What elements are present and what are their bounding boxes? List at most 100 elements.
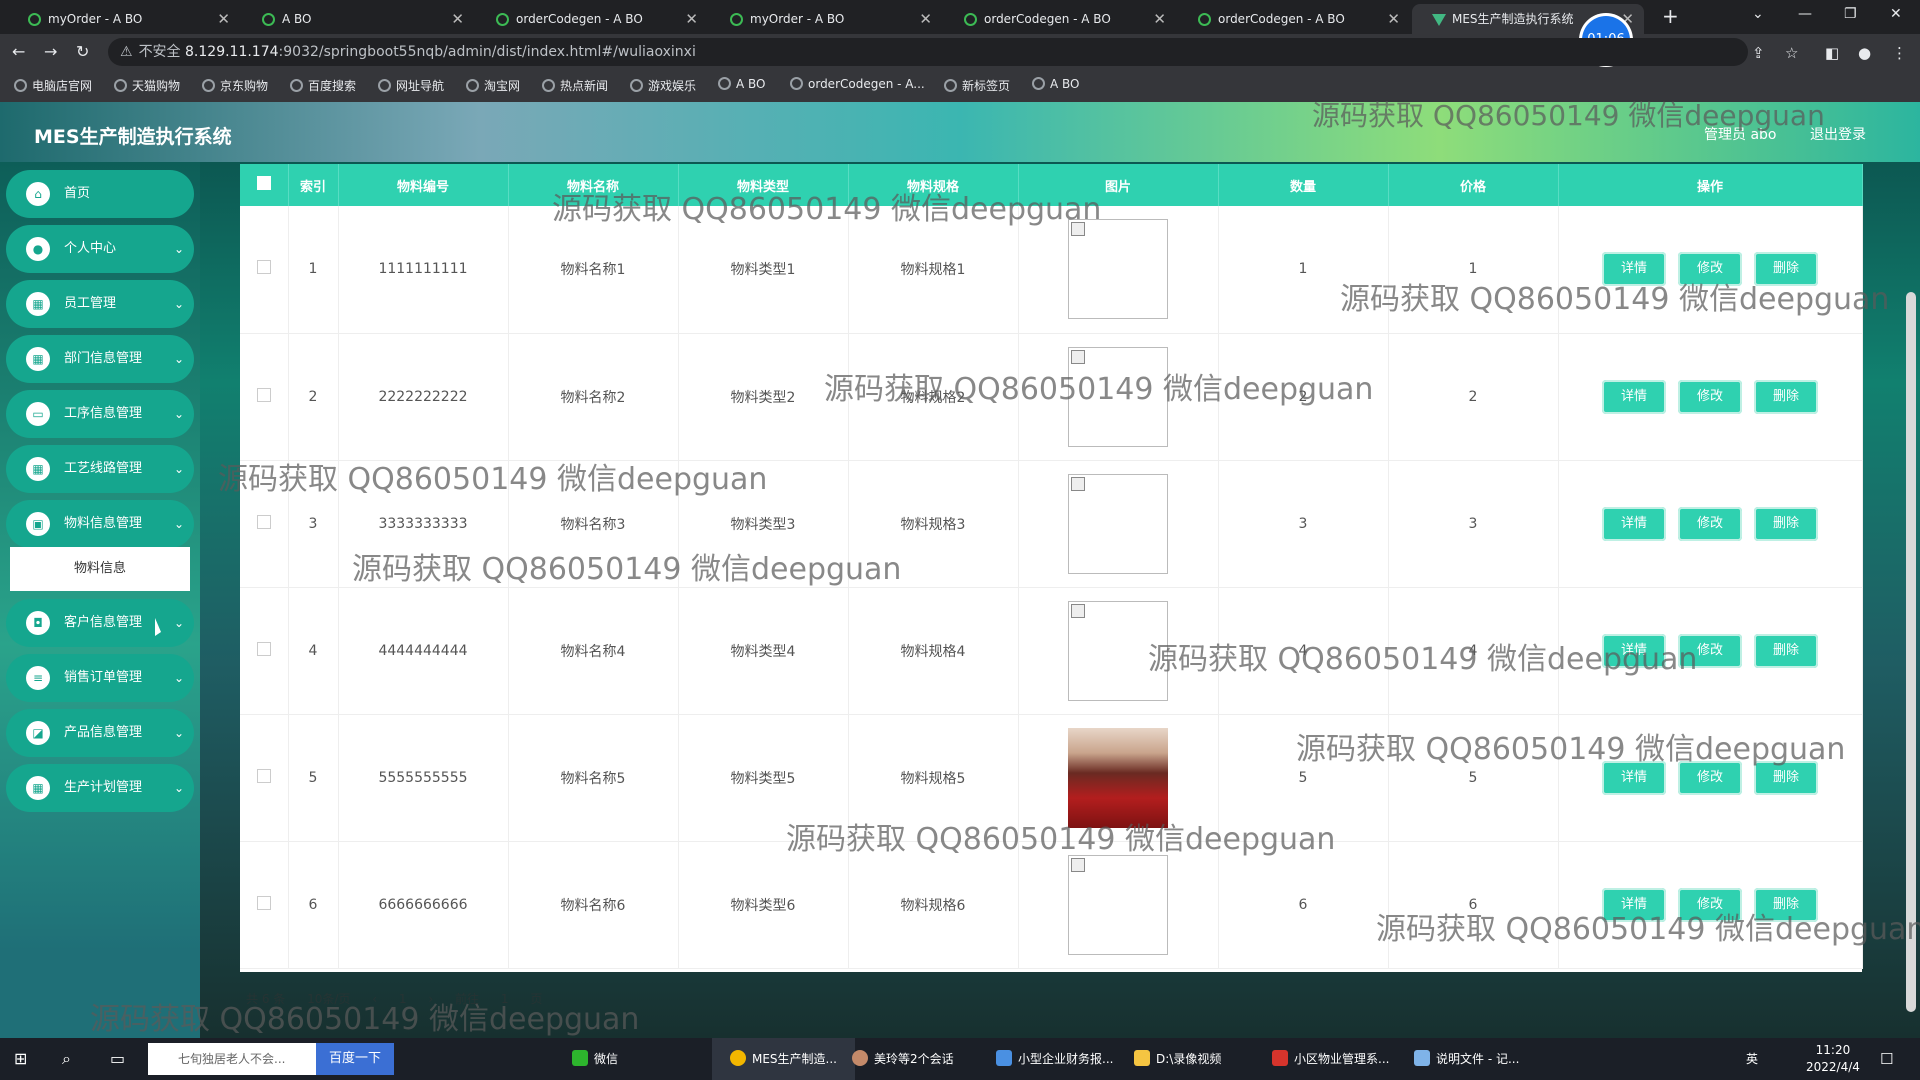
row-checkbox[interactable] xyxy=(256,768,271,783)
edit-button[interactable]: 修改 xyxy=(1678,633,1742,668)
delete-button[interactable]: 删除 xyxy=(1754,252,1818,287)
close-tab-icon[interactable]: ✕ xyxy=(217,4,230,34)
edit-button[interactable]: 修改 xyxy=(1678,506,1742,541)
bookmark[interactable]: 天猫购物 xyxy=(114,77,180,94)
close-tab-icon[interactable]: ✕ xyxy=(919,4,932,34)
browser-tab[interactable]: orderCodegen - A BO ✕ xyxy=(1178,4,1410,34)
browser-tab[interactable]: myOrder - A BO ✕ xyxy=(710,4,942,34)
sidebar-item-customer[interactable]: ◘ 客户信息管理 ⌄ xyxy=(6,599,194,647)
sidebar-item-sales-order[interactable]: ≡ 销售订单管理 ⌄ xyxy=(6,654,194,702)
bookmark[interactable]: 百度搜索 xyxy=(290,77,356,94)
delete-button[interactable]: 删除 xyxy=(1754,887,1818,922)
detail-button[interactable]: 详情 xyxy=(1602,760,1666,795)
page-size-select[interactable]: 10条/页 xyxy=(307,992,350,1006)
ime-indicator[interactable]: 英 xyxy=(1746,1038,1758,1080)
prev-page-icon[interactable]: ‹ xyxy=(372,992,377,1006)
restore-icon[interactable]: ❐ xyxy=(1844,6,1857,22)
reload-icon[interactable]: ↻ xyxy=(76,42,89,61)
detail-button[interactable]: 详情 xyxy=(1602,252,1666,287)
minimize-icon[interactable]: — xyxy=(1798,6,1812,22)
row-select-cell[interactable] xyxy=(240,333,289,461)
delete-button[interactable]: 删除 xyxy=(1754,379,1818,414)
back-icon[interactable]: ← xyxy=(12,42,25,61)
menu-icon[interactable]: ⋮ xyxy=(1892,44,1907,62)
address-bar[interactable]: ⚠ 不安全 8.129.11.174:9032/springboot55nqb/a… xyxy=(108,38,1748,66)
bookmark[interactable]: 京东购物 xyxy=(202,77,268,94)
close-tab-icon[interactable]: ✕ xyxy=(685,4,698,34)
row-select-cell[interactable] xyxy=(240,841,289,969)
browser-tab[interactable]: A BO ✕ xyxy=(242,4,474,34)
sidebar-item-home[interactable]: ⌂ 首页 xyxy=(6,170,194,218)
close-tab-icon[interactable]: ✕ xyxy=(1153,4,1166,34)
detail-button[interactable]: 详情 xyxy=(1602,379,1666,414)
detail-button[interactable]: 详情 xyxy=(1602,506,1666,541)
sidebar-item-department[interactable]: ▦ 部门信息管理 ⌄ xyxy=(6,335,194,383)
row-checkbox[interactable] xyxy=(256,514,271,529)
browser-tab[interactable]: myOrder - A BO ✕ xyxy=(8,4,240,34)
row-checkbox[interactable] xyxy=(256,387,271,402)
edit-button[interactable]: 修改 xyxy=(1678,887,1742,922)
taskbar-app[interactable]: 说明文件 - 记... xyxy=(1414,1038,1519,1080)
close-window-icon[interactable]: ✕ xyxy=(1890,6,1902,22)
close-tab-icon[interactable]: ✕ xyxy=(1387,4,1400,34)
bookmark[interactable]: 网址导航 xyxy=(378,77,444,94)
taskbar-app[interactable]: 小型企业财务报... xyxy=(996,1038,1113,1080)
bookmark[interactable]: 电脑店官网 xyxy=(14,77,92,94)
sidebar-item-staff[interactable]: ▦ 员工管理 ⌄ xyxy=(6,280,194,328)
windows-start-icon[interactable]: ⊞ xyxy=(14,1038,27,1080)
detail-button[interactable]: 详情 xyxy=(1602,633,1666,668)
forward-icon[interactable]: → xyxy=(44,42,57,61)
browser-tab[interactable]: orderCodegen - A BO ✕ xyxy=(476,4,708,34)
goto-page-input[interactable]: 1 xyxy=(501,992,509,1006)
close-tab-icon[interactable]: ✕ xyxy=(451,4,464,34)
row-select-cell[interactable] xyxy=(240,460,289,588)
system-clock[interactable]: 11:20 2022/4/4 xyxy=(1806,1042,1860,1076)
taskbar-app-active[interactable]: MES生产制造... xyxy=(712,1038,855,1080)
bookmark[interactable]: 新标签页 xyxy=(944,77,1010,94)
page-number[interactable]: 1 xyxy=(399,992,407,1006)
profile-icon[interactable]: ● xyxy=(1858,44,1871,62)
sidebar-item-plan[interactable]: ▦ 生产计划管理 ⌄ xyxy=(6,764,194,812)
taskbar-app[interactable]: 微信 xyxy=(572,1038,618,1080)
sidepanel-icon[interactable]: ◧ xyxy=(1825,44,1839,62)
row-select-cell[interactable] xyxy=(240,714,289,842)
new-tab-button[interactable]: + xyxy=(1662,4,1679,28)
bookmark[interactable]: 游戏娱乐 xyxy=(630,77,696,94)
edit-button[interactable]: 修改 xyxy=(1678,252,1742,287)
bookmark[interactable]: 热点新闻 xyxy=(542,77,608,94)
bookmark[interactable]: 淘宝网 xyxy=(466,77,520,94)
task-view-icon[interactable]: ▭ xyxy=(110,1038,125,1080)
bookmark[interactable]: orderCodegen - A... xyxy=(790,77,925,91)
sidebar-item-material[interactable]: ▣ 物料信息管理 ⌄ xyxy=(6,500,194,548)
next-page-icon[interactable]: › xyxy=(428,992,433,1006)
edit-button[interactable]: 修改 xyxy=(1678,760,1742,795)
edit-button[interactable]: 修改 xyxy=(1678,379,1742,414)
search-icon[interactable]: ⌕ xyxy=(62,1038,71,1080)
row-checkbox[interactable] xyxy=(256,260,271,275)
tab-search-icon[interactable]: ⌄ xyxy=(1752,6,1764,22)
sidebar-item-process[interactable]: ▭ 工序信息管理 ⌄ xyxy=(6,390,194,438)
delete-button[interactable]: 删除 xyxy=(1754,633,1818,668)
row-select-cell[interactable] xyxy=(240,206,289,334)
logout-link[interactable]: 退出登录 xyxy=(1810,124,1866,144)
taskbar-app[interactable]: D:\录像视频 xyxy=(1134,1038,1221,1080)
select-all-header[interactable] xyxy=(240,164,289,206)
taskbar-app[interactable]: 美玲等2个会话 xyxy=(852,1038,954,1080)
share-icon[interactable]: ⇪ xyxy=(1752,44,1765,62)
taskbar-search-input[interactable]: 七旬独居老人不会... xyxy=(148,1043,316,1075)
scrollbar[interactable] xyxy=(1906,292,1916,1012)
notification-icon[interactable]: ☐ xyxy=(1880,1038,1893,1080)
sidebar-item-product[interactable]: ◪ 产品信息管理 ⌄ xyxy=(6,709,194,757)
delete-button[interactable]: 删除 xyxy=(1754,506,1818,541)
bookmark[interactable]: A BO xyxy=(718,77,766,91)
taskbar-app[interactable]: 小区物业管理系... xyxy=(1272,1038,1389,1080)
submenu-material-info[interactable]: 物料信息 xyxy=(10,547,190,591)
row-select-cell[interactable] xyxy=(240,587,289,715)
detail-button[interactable]: 详情 xyxy=(1602,887,1666,922)
delete-button[interactable]: 删除 xyxy=(1754,760,1818,795)
baidu-search-button[interactable]: 百度一下 xyxy=(316,1043,394,1075)
sidebar-item-profile[interactable]: ● 个人中心 ⌄ xyxy=(6,225,194,273)
browser-tab[interactable]: orderCodegen - A BO ✕ xyxy=(944,4,1176,34)
sidebar-item-route[interactable]: ▦ 工艺线路管理 ⌄ xyxy=(6,445,194,493)
row-checkbox[interactable] xyxy=(256,641,271,656)
